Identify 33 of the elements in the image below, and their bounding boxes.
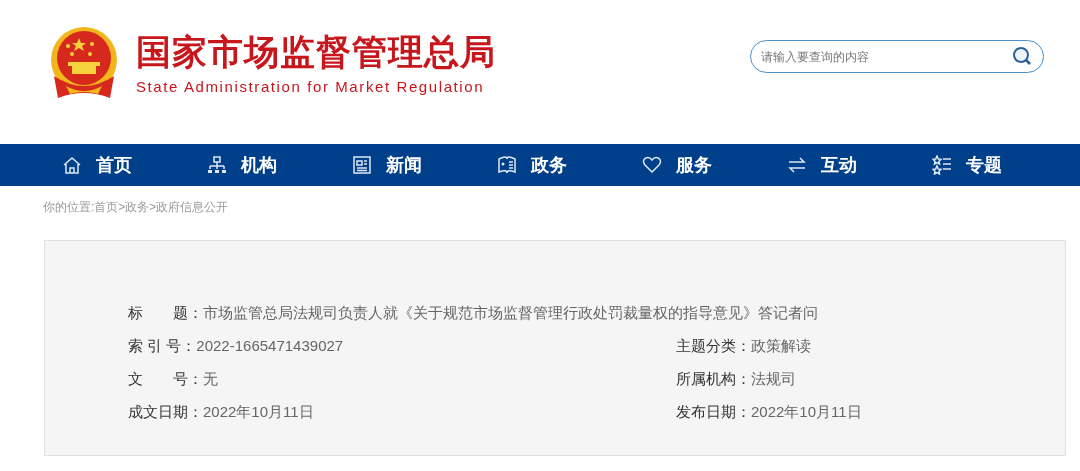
field-label: 文 号：: [128, 369, 203, 389]
field-label: 标 题：: [128, 303, 203, 323]
swap-arrows-icon: [787, 155, 807, 175]
book-icon: [497, 155, 517, 175]
nav-link[interactable]: 首页: [96, 151, 132, 179]
field-label: 发布日期：: [676, 402, 751, 422]
star-list-icon: [932, 155, 952, 175]
field-value: 2022年10月11日: [751, 402, 862, 422]
breadcrumb: 你的位置:首页>政务>政府信息公开: [43, 199, 230, 215]
newspaper-icon: [352, 155, 372, 175]
site-title: 国家市场监督管理总局: [136, 31, 496, 73]
field-value: 法规司: [751, 369, 796, 389]
field-label: 成文日期：: [128, 402, 203, 422]
field-value: 政策解读: [751, 336, 811, 356]
field-value: 2022年10月11日: [203, 402, 314, 422]
field-value: 无: [203, 369, 218, 389]
nav-link[interactable]: 政务: [531, 151, 567, 179]
field-label: 主题分类：: [676, 336, 751, 356]
field-value: 2022-1665471439027: [196, 336, 344, 356]
field-label: 索 引 号：: [128, 336, 197, 356]
search-field[interactable]: 请输入要查询的内容: [750, 40, 1044, 73]
field-label: 所属机构：: [676, 369, 751, 389]
search-icon[interactable]: [1012, 46, 1032, 66]
home-icon: [62, 155, 82, 175]
org-chart-icon: [207, 155, 227, 175]
site-subtitle: State Administration for Market Regulation: [136, 77, 486, 97]
nav-link[interactable]: 机构: [241, 151, 277, 179]
heart-icon: [642, 155, 662, 175]
field-value: 市场监管总局法规司负责人就《关于规范市场监督管理行政处罚裁量权的指导意见》答记者问: [203, 303, 818, 323]
nav-link[interactable]: 服务: [676, 151, 712, 179]
nav-link[interactable]: 专题: [966, 151, 1002, 179]
nav-link[interactable]: 互动: [821, 151, 857, 179]
nav-link[interactable]: 新闻: [386, 151, 422, 179]
